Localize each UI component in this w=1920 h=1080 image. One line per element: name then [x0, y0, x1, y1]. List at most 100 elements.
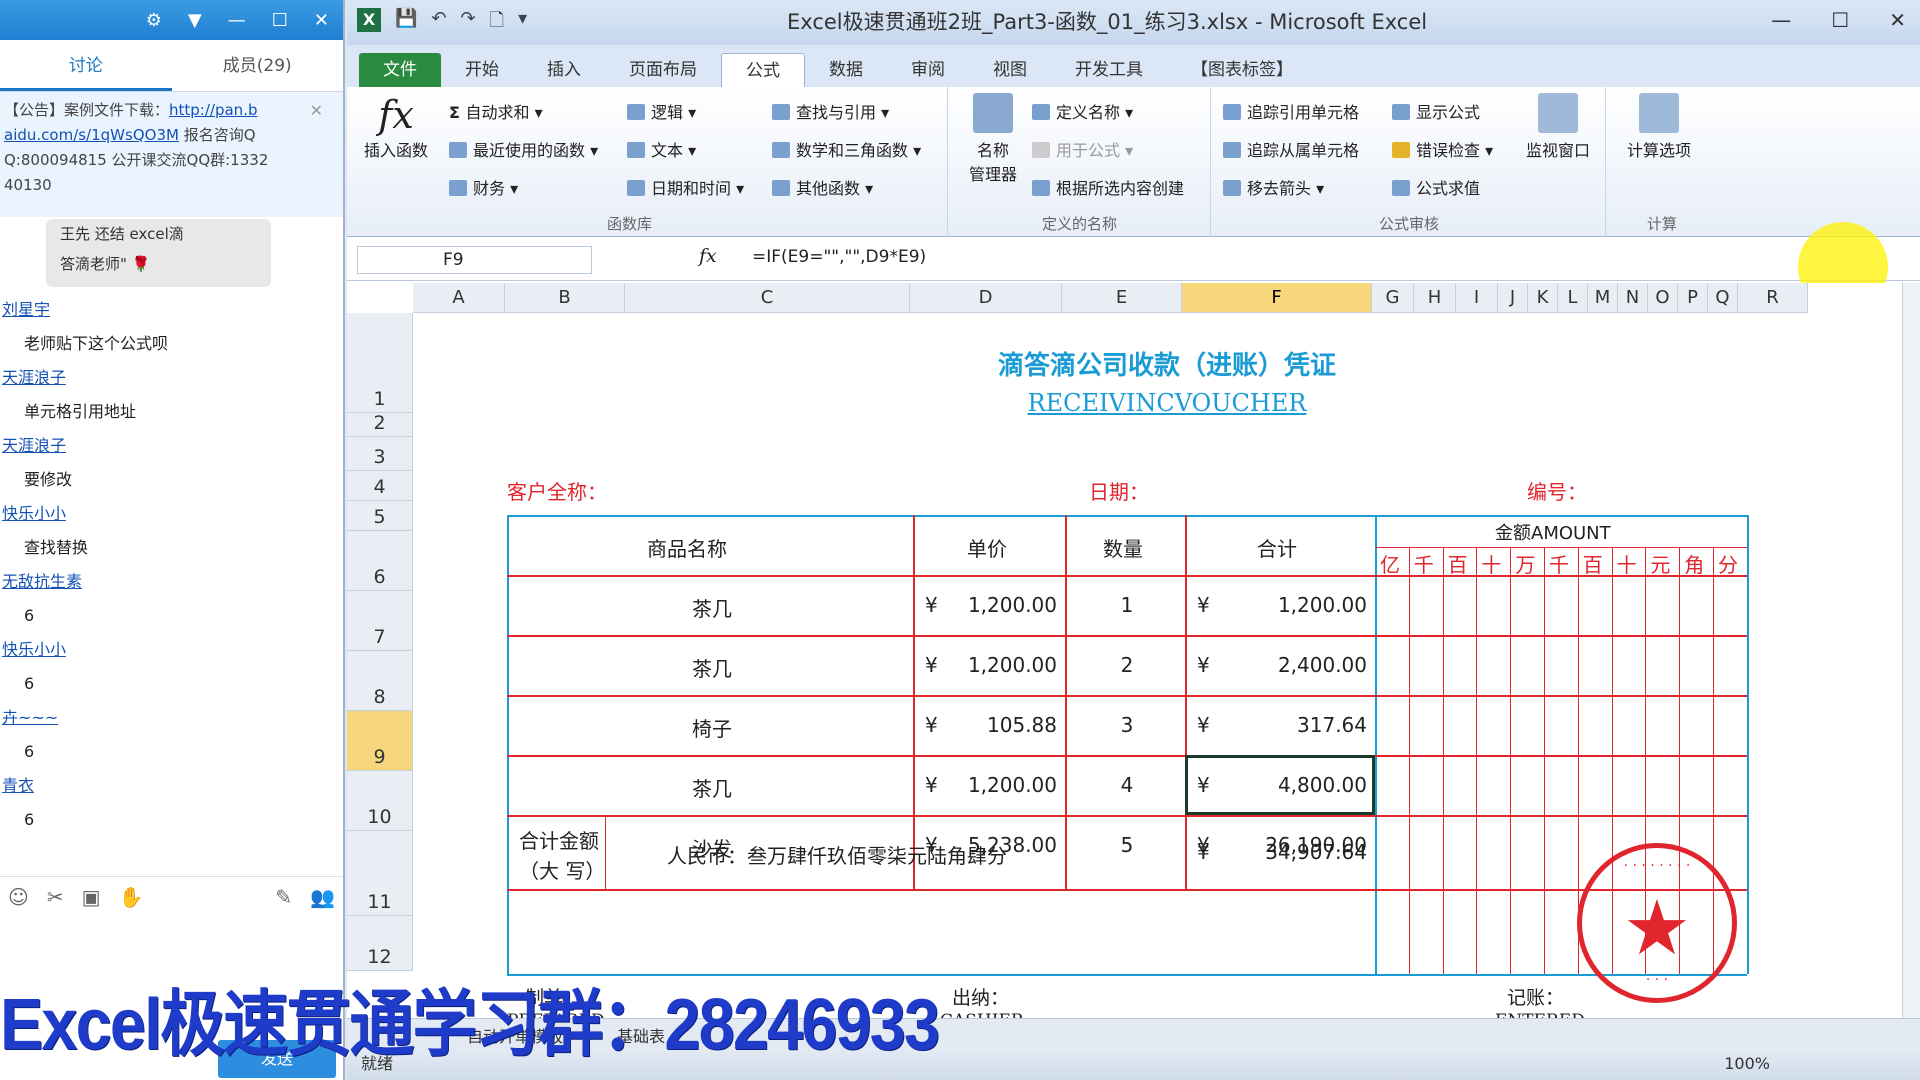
row-header[interactable]: 7 [347, 591, 413, 651]
users-icon[interactable]: 👥 [310, 885, 335, 909]
row-header[interactable]: 11 [347, 831, 413, 916]
message-author[interactable]: 快乐小小 [0, 633, 343, 667]
row-header[interactable]: 10 [347, 771, 413, 831]
trace-precedents-button[interactable]: 追踪引用单元格 [1223, 99, 1359, 123]
customize-qat-icon[interactable]: ▾ [518, 8, 527, 38]
item-price[interactable]: 105.88 [957, 713, 1057, 737]
ribbon-tab[interactable]: 开始 [441, 53, 523, 87]
row-header[interactable]: 6 [347, 531, 413, 591]
row-header[interactable]: 1 [347, 313, 413, 413]
remove-arrows-button[interactable]: 移去箭头 ▾ [1223, 175, 1324, 199]
create-from-selection-button[interactable]: 根据所选内容创建 [1032, 175, 1184, 199]
chevron-down-icon[interactable]: ▼ [188, 10, 202, 31]
calculation-options-button[interactable]: 计算选项 [1619, 93, 1699, 161]
insert-function-button[interactable]: fx 插入函数 [361, 93, 431, 161]
row-header[interactable]: 12 [347, 916, 413, 971]
column-header[interactable]: E [1062, 283, 1182, 313]
trace-dependents-button[interactable]: 追踪从属单元格 [1223, 137, 1359, 161]
column-header[interactable]: L [1558, 283, 1588, 313]
message-author[interactable]: 卉~~~ [0, 701, 343, 735]
item-qty[interactable]: 1 [1117, 593, 1137, 617]
message-author[interactable]: 无敌抗生素 [0, 565, 343, 599]
item-total[interactable]: 1,200.00 [1227, 593, 1367, 617]
autosum-button[interactable]: Σ 自动求和 ▾ [449, 99, 543, 123]
column-header[interactable]: D [910, 283, 1062, 313]
item-price[interactable]: 1,200.00 [957, 653, 1057, 677]
sum-text[interactable]: 人民币：叁万肆仟玖佰零柒元陆角肆分 [667, 840, 1007, 869]
name-box[interactable]: F9 [357, 246, 592, 274]
scissors-icon[interactable]: ✂ [47, 885, 64, 909]
more-functions-button[interactable]: 其他函数 ▾ [772, 175, 873, 199]
recent-functions-button[interactable]: 最近使用的函数 ▾ [449, 137, 598, 161]
row-header[interactable]: 8 [347, 651, 413, 711]
message-author[interactable]: 快乐小小 [0, 497, 343, 531]
zoom-level[interactable]: 100% [1724, 1048, 1770, 1080]
item-name[interactable]: 茶几 [692, 773, 732, 802]
datetime-button[interactable]: 日期和时间 ▾ [627, 175, 744, 199]
ribbon-tab[interactable]: 开发工具 [1051, 53, 1167, 87]
item-qty[interactable]: 5 [1117, 833, 1137, 857]
ribbon-tab[interactable]: 页面布局 [605, 53, 721, 87]
redo-icon[interactable]: ↷ [461, 8, 476, 38]
save-icon[interactable]: 💾 [395, 8, 417, 38]
ribbon-tab[interactable]: 视图 [969, 53, 1051, 87]
close-icon[interactable]: ✕ [314, 10, 329, 31]
notice-close-icon[interactable]: ✕ [310, 98, 323, 123]
item-name[interactable]: 茶几 [692, 653, 732, 682]
column-header[interactable]: Q [1708, 283, 1738, 313]
column-header[interactable]: P [1678, 283, 1708, 313]
row-header[interactable]: 9 [347, 711, 413, 771]
notice-link-cont[interactable]: aidu.com/s/1qWsQO3M [4, 126, 179, 144]
ribbon-tab[interactable]: 数据 [805, 53, 887, 87]
item-qty[interactable]: 2 [1117, 653, 1137, 677]
undo-icon[interactable]: ↶ [431, 8, 446, 38]
lookup-button[interactable]: 查找与引用 ▾ [772, 99, 889, 123]
math-button[interactable]: 数学和三角函数 ▾ [772, 137, 921, 161]
minimize-icon[interactable]: — [228, 10, 246, 31]
item-total[interactable]: 317.64 [1227, 713, 1367, 737]
ribbon-tab[interactable]: 文件 [359, 53, 441, 87]
row-header[interactable]: 4 [347, 471, 413, 501]
image-icon[interactable]: ▣ [82, 885, 101, 909]
ribbon-tab[interactable]: 插入 [523, 53, 605, 87]
error-checking-button[interactable]: 错误检查 ▾ [1392, 137, 1493, 161]
tab-members[interactable]: 成员(29) [172, 40, 344, 91]
row-header[interactable]: 3 [347, 437, 413, 471]
close-icon[interactable]: ✕ [1889, 8, 1906, 32]
message-author[interactable]: 天涯浪子 [0, 429, 343, 463]
message-author[interactable]: 天涯浪子 [0, 361, 343, 395]
fx-icon[interactable]: fx [699, 245, 717, 267]
item-price[interactable]: 1,200.00 [957, 593, 1057, 617]
item-qty[interactable]: 3 [1117, 713, 1137, 737]
column-header[interactable]: H [1414, 283, 1456, 313]
worksheet-grid[interactable]: 滴答滴公司收款（进账）凭证 RECEIVINCVOUCHER 客户全称： 日期：… [347, 283, 1902, 1018]
edit-icon[interactable]: ✎ [275, 885, 292, 909]
column-header[interactable]: M [1588, 283, 1618, 313]
hand-icon[interactable]: ✋ [119, 885, 144, 909]
use-in-formula-button[interactable]: 用于公式 ▾ [1032, 137, 1133, 161]
column-header[interactable]: R [1738, 283, 1808, 313]
sum-total[interactable]: 34,907.64 [1227, 840, 1367, 864]
item-name[interactable]: 椅子 [692, 713, 732, 742]
message-author[interactable]: 青衣 [0, 769, 343, 803]
selected-cell-f9[interactable] [1185, 755, 1375, 815]
row-header[interactable]: 2 [347, 412, 413, 437]
financial-button[interactable]: 财务 ▾ [449, 175, 518, 199]
gear-icon[interactable]: ⚙ [146, 10, 162, 31]
item-qty[interactable]: 4 [1117, 773, 1137, 797]
logical-button[interactable]: 逻辑 ▾ [627, 99, 696, 123]
print-preview-icon[interactable]: 🗋 [490, 8, 504, 38]
text-button[interactable]: 文本 ▾ [627, 137, 696, 161]
define-name-button[interactable]: 定义名称 ▾ [1032, 99, 1133, 123]
column-header[interactable]: N [1618, 283, 1648, 313]
notice-link[interactable]: http://pan.b [169, 101, 257, 119]
message-author[interactable]: 刘星宇 [0, 293, 343, 327]
ribbon-tab[interactable]: 审阅 [887, 53, 969, 87]
minimize-icon[interactable]: — [1771, 8, 1791, 32]
maximize-icon[interactable]: ☐ [272, 10, 288, 31]
column-header[interactable]: I [1456, 283, 1498, 313]
row-header[interactable]: 5 [347, 501, 413, 531]
tab-discussion[interactable]: 讨论 [0, 40, 172, 91]
column-header[interactable]: C [625, 283, 910, 313]
name-manager-button[interactable]: 名称 管理器 [965, 93, 1021, 185]
